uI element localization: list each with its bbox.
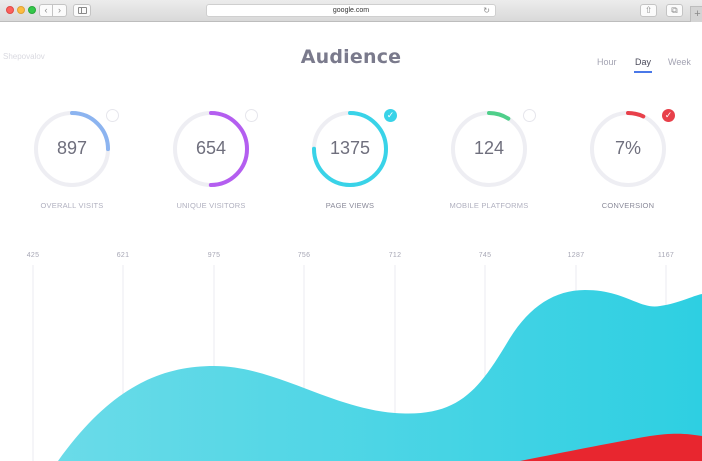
chevron-left-icon[interactable]: ‹ — [39, 4, 53, 17]
minimize-window-button[interactable] — [17, 6, 25, 14]
checkmark-icon[interactable]: ✓ — [384, 109, 397, 122]
x-tick-label: 425 — [26, 252, 40, 259]
maximize-window-button[interactable] — [28, 6, 36, 14]
chevron-right-icon[interactable]: › — [53, 4, 67, 17]
sidebar-icon[interactable] — [73, 4, 91, 17]
share-icon[interactable]: ⇧ — [640, 4, 657, 17]
time-range-tabs: Hour Day Week — [596, 57, 702, 73]
checkmark-icon[interactable]: ✓ — [662, 109, 675, 122]
stat-value: 124 — [473, 138, 505, 158]
stat-label: UNIQUE VISITORS — [176, 201, 246, 210]
x-tick-label: 712 — [388, 252, 402, 259]
active-tab-indicator — [634, 71, 652, 73]
address-bar[interactable]: google.com ↻ — [206, 4, 496, 17]
checkbox-circle[interactable] — [245, 109, 258, 122]
x-tick-label: 975 — [207, 252, 221, 259]
stat-label: MOBILE PLATFORMS — [449, 201, 529, 210]
checkbox-circle[interactable] — [106, 109, 119, 122]
tab-hour[interactable]: Hour — [597, 57, 617, 67]
plus-icon[interactable]: + — [690, 6, 702, 22]
x-tick-label: 756 — [297, 252, 311, 259]
reload-icon[interactable]: ↻ — [483, 5, 490, 16]
stat-value: 654 — [195, 138, 227, 158]
stat-label: OVERALL VISITS — [40, 201, 104, 210]
tab-week[interactable]: Week — [668, 57, 691, 67]
stat-label: CONVERSION — [601, 201, 655, 210]
tab-day[interactable]: Day — [635, 57, 651, 67]
x-tick-label: 1287 — [567, 252, 585, 259]
stat-card-overall-visits[interactable]: 897 OVERALL VISITS — [17, 108, 127, 218]
x-tick-label: 745 — [478, 252, 492, 259]
series-area — [58, 290, 702, 461]
stat-card-page-views[interactable]: 1375 PAGE VIEWS ✓ — [295, 108, 405, 218]
checkbox-circle[interactable] — [523, 109, 536, 122]
stat-label: PAGE VIEWS — [325, 201, 375, 210]
stat-card-mobile-platforms[interactable]: 124 MOBILE PLATFORMS — [434, 108, 544, 218]
audience-area-chart: 425 621 975 756 712 745 1287 1167 — [0, 248, 702, 461]
x-tick-label: 621 — [116, 252, 130, 259]
stat-value: 1375 — [329, 138, 371, 158]
browser-toolbar: ‹ › google.com ↻ ⇧ ⧉ + — [0, 0, 702, 22]
url-text: google.com — [332, 7, 370, 14]
stat-card-unique-visitors[interactable]: 654 UNIQUE VISITORS — [156, 108, 266, 218]
tabs-icon[interactable]: ⧉ — [666, 4, 683, 17]
chart-canvas — [32, 265, 702, 461]
stat-value: 897 — [56, 138, 88, 158]
stat-card-conversion[interactable]: 7% CONVERSION ✓ — [573, 108, 683, 218]
stat-value: 7% — [614, 138, 641, 158]
close-window-button[interactable] — [6, 6, 14, 14]
x-tick-label: 1167 — [657, 252, 675, 259]
